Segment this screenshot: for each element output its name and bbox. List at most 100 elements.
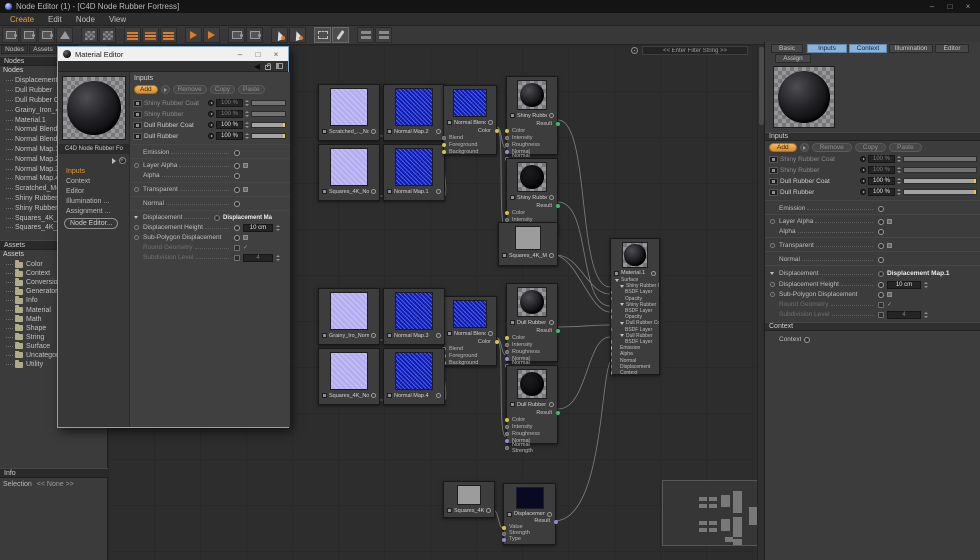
percent-slider[interactable]: [251, 133, 286, 139]
toolbar-button-cursor-connect[interactable]: [271, 27, 288, 43]
node-checkbox-icon[interactable]: [502, 253, 507, 258]
minimize-icon[interactable]: –: [925, 2, 939, 11]
input-port[interactable]: [504, 217, 509, 222]
reset-icon[interactable]: [770, 282, 775, 287]
toolbar-button-play-forward-2[interactable]: [203, 27, 220, 43]
output-port[interactable]: [549, 253, 554, 258]
play-preview-icon[interactable]: [112, 157, 116, 164]
input-port[interactable]: [504, 431, 509, 436]
input-port[interactable]: [504, 424, 509, 429]
subdivision-checkbox[interactable]: [878, 311, 884, 318]
node-checkbox-icon[interactable]: [510, 320, 515, 325]
percent-slider[interactable]: [251, 122, 286, 128]
node-normal-map-2[interactable]: Normal Map.2: [383, 84, 445, 141]
selection-value[interactable]: << None >>: [37, 481, 74, 488]
output-port[interactable]: [553, 519, 558, 524]
displacement-height-checkbox[interactable]: [878, 281, 884, 288]
percent-value[interactable]: 100 %: [868, 155, 895, 163]
back-icon[interactable]: ◀: [254, 62, 260, 71]
round-geometry-checkbox[interactable]: [234, 244, 240, 251]
node-checkbox-icon[interactable]: [322, 189, 327, 194]
node-displacement-map[interactable]: Displacement Map.1 Result Value Strength…: [501, 483, 558, 545]
paste-button[interactable]: Paste: [888, 143, 922, 152]
displacement-height-checkbox[interactable]: [234, 224, 240, 231]
layer-thumb-icon[interactable]: [133, 110, 142, 118]
menu-node[interactable]: Node: [76, 15, 95, 24]
displacement-port[interactable]: [878, 270, 884, 277]
node-normal-map-4[interactable]: Normal Map.4: [383, 348, 445, 405]
toolbar-button-node-tool[interactable]: [2, 27, 19, 43]
node-checkbox-icon[interactable]: [322, 129, 327, 134]
reset-icon[interactable]: [134, 225, 139, 230]
normal-checkbox[interactable]: [234, 200, 240, 207]
subdivision-value[interactable]: 4: [243, 253, 273, 262]
percent-slider[interactable]: [903, 178, 977, 184]
output-port[interactable]: [555, 328, 560, 333]
toolbar-button-brush-edit[interactable]: [332, 27, 349, 43]
node-checkbox-icon[interactable]: [510, 113, 515, 118]
node-squares-height[interactable]: Squares_4K_Height.jpg: [443, 481, 495, 518]
output-port[interactable]: [436, 333, 441, 338]
input-port[interactable]: [504, 417, 509, 422]
node-checkbox-icon[interactable]: [387, 129, 392, 134]
layer-alpha-checkbox[interactable]: [878, 218, 884, 225]
close-icon[interactable]: ×: [961, 2, 975, 11]
nav-inputs[interactable]: Inputs: [66, 168, 85, 175]
subdivision-checkbox[interactable]: [234, 254, 240, 261]
node-checkbox-icon[interactable]: [322, 393, 327, 398]
input-port[interactable]: [611, 315, 612, 319]
layer-alpha-checkbox[interactable]: [234, 162, 240, 169]
percent-slider[interactable]: [251, 111, 286, 117]
preview-sphere-icon[interactable]: [119, 157, 126, 164]
reset-icon[interactable]: [134, 187, 139, 192]
toolbar-button-node-tool-2[interactable]: [20, 27, 37, 43]
input-port[interactable]: [611, 371, 612, 375]
output-port[interactable]: [494, 339, 499, 344]
node-checkbox-icon[interactable]: [387, 333, 392, 338]
node-checkbox-icon[interactable]: [447, 508, 452, 513]
remove-button[interactable]: Remove: [811, 143, 852, 152]
tab-context[interactable]: Context: [849, 44, 887, 53]
input-port[interactable]: [441, 142, 446, 147]
displacement-height-value[interactable]: 10 cm: [887, 280, 921, 289]
input-port[interactable]: [504, 356, 509, 361]
normal-checkbox[interactable]: [878, 256, 884, 263]
output-port[interactable]: [555, 203, 560, 208]
subpoly-checkbox[interactable]: [234, 234, 240, 241]
maximize-icon[interactable]: □: [251, 50, 265, 59]
toolbar-button-align-nodes[interactable]: [228, 27, 245, 43]
input-port[interactable]: [504, 135, 509, 140]
node-checkbox-icon[interactable]: [507, 511, 512, 517]
node-checkbox-icon[interactable]: [387, 393, 392, 398]
menu-create[interactable]: Create: [10, 15, 34, 24]
maximize-icon[interactable]: □: [943, 2, 957, 11]
output-port[interactable]: [494, 128, 499, 133]
input-port[interactable]: [504, 445, 509, 450]
round-geometry-checkbox[interactable]: [878, 301, 884, 308]
percent-value[interactable]: 100 %: [216, 110, 243, 118]
input-port[interactable]: [504, 210, 509, 215]
reset-icon[interactable]: [134, 235, 139, 240]
input-port[interactable]: [504, 128, 509, 133]
displacement-link-value[interactable]: Displacement Ma: [223, 215, 272, 221]
percent-slider[interactable]: [251, 100, 286, 106]
toolbar-button-stacked-bars-3[interactable]: [160, 27, 177, 43]
input-port[interactable]: [504, 149, 509, 154]
menu-view[interactable]: View: [109, 15, 126, 24]
expander-icon[interactable]: [620, 284, 624, 288]
input-port[interactable]: [504, 342, 509, 347]
input-port[interactable]: [441, 135, 446, 140]
nav-context[interactable]: Context: [66, 178, 90, 185]
reset-icon[interactable]: [770, 219, 775, 224]
percent-slider[interactable]: [903, 167, 977, 173]
node-menu-icon[interactable]: [549, 320, 554, 325]
toolbar-button-stacked-bars[interactable]: [124, 27, 141, 43]
percent-value[interactable]: 100 %: [868, 177, 895, 185]
toolbar-button-box-select[interactable]: [314, 27, 331, 43]
node-squares-normal-b[interactable]: Squares_4K_Normal.jpg: [318, 348, 380, 405]
node-dull-rubber[interactable]: Dull Rubber Result Color Intensity Rough…: [504, 365, 560, 454]
percent-slider[interactable]: [903, 156, 977, 162]
reset-icon[interactable]: [770, 243, 775, 248]
node-checkbox-icon[interactable]: [387, 189, 392, 194]
port-socket-icon[interactable]: [860, 156, 866, 162]
